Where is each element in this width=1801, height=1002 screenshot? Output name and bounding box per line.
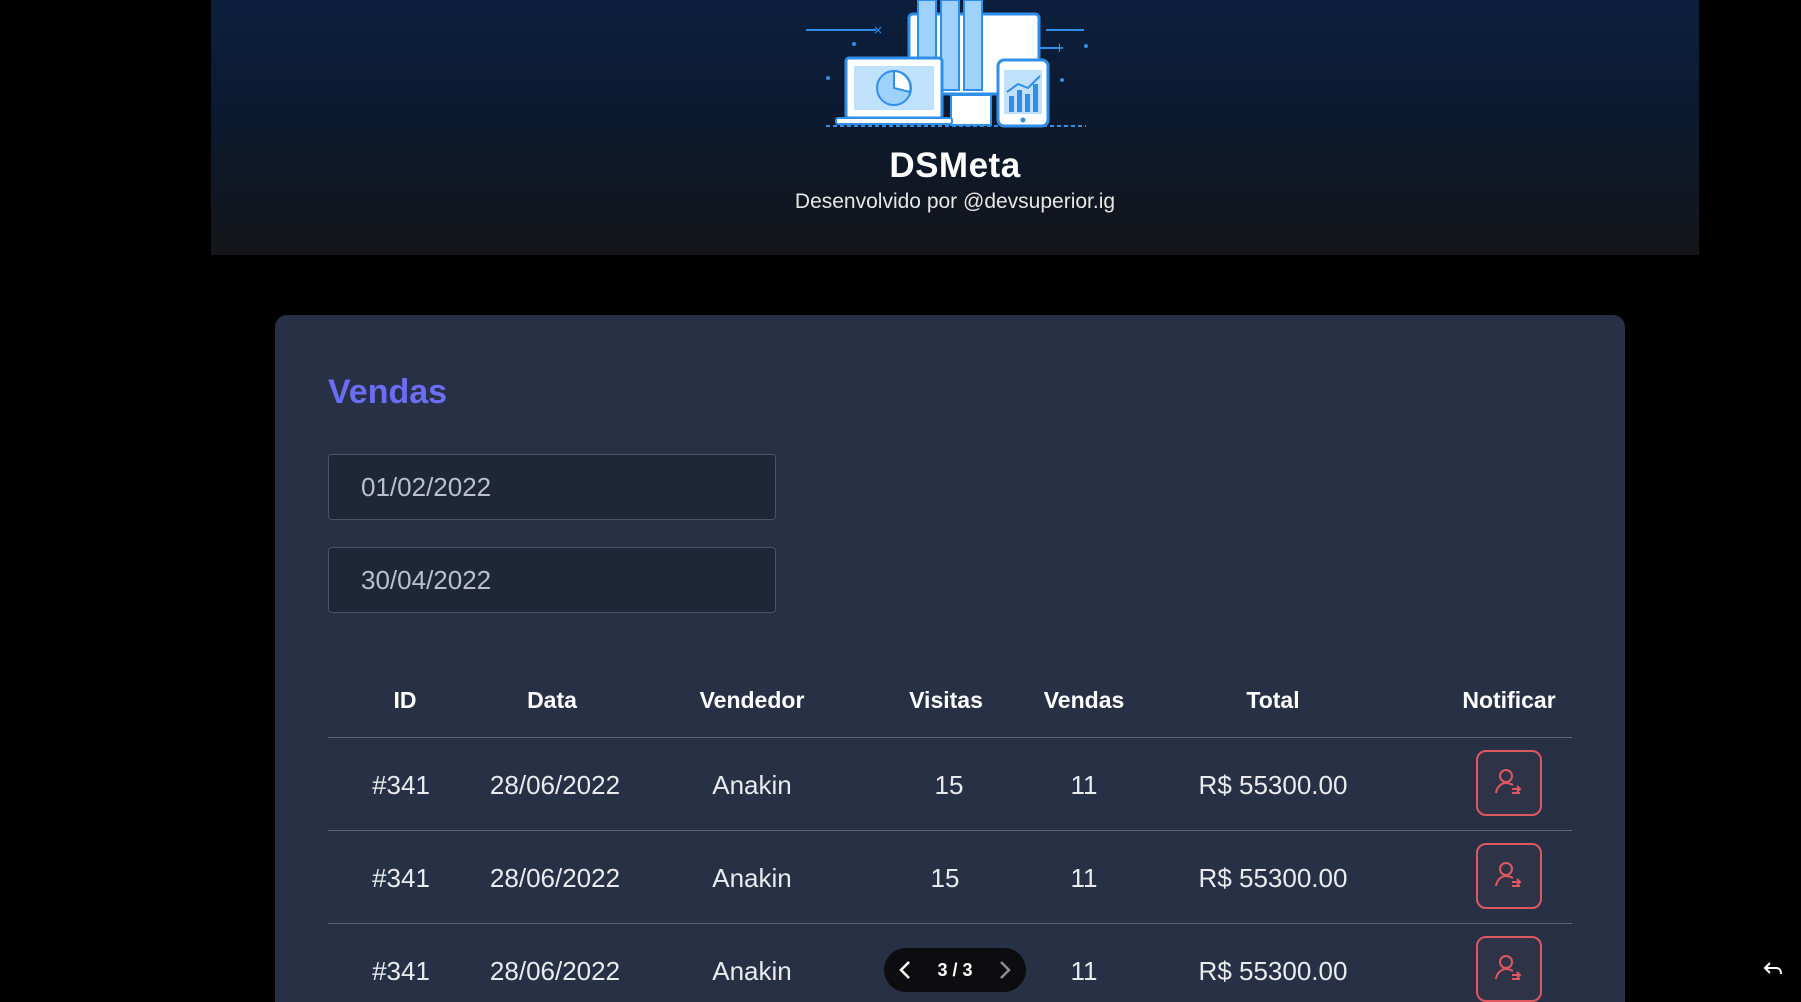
cell-id: #341	[372, 863, 430, 893]
cell-total: R$ 55300.00	[1198, 770, 1348, 800]
cell-id: #341	[372, 770, 430, 800]
cell-sales: 11	[1070, 956, 1098, 986]
sales-card-title: Vendas	[328, 373, 448, 411]
viewport: × + DSMeta Desenvolvido por @devsuperior…	[0, 0, 1801, 1002]
next-page-button[interactable]	[998, 960, 1012, 980]
cell-sales: 11	[1070, 770, 1098, 800]
cell-date: 28/06/2022	[489, 863, 621, 893]
back-arrow-icon[interactable]	[1762, 958, 1784, 980]
app-subtitle: Desenvolvido por @devsuperior.ig	[794, 190, 1116, 213]
table-row: #341 28/06/2022 Anakin 15 11 R$ 55300.00	[328, 738, 1572, 831]
cell-total: R$ 55300.00	[1198, 956, 1348, 986]
dashboard-devices-logo-icon: × +	[806, 0, 1088, 128]
cell-seller: Anakin	[712, 863, 792, 893]
sales-card: Vendas ID Data Vendedor Visitas Vendas T…	[275, 315, 1625, 1002]
column-header-date: Data	[527, 687, 577, 713]
cell-date: 28/06/2022	[489, 770, 621, 800]
svg-text:+: +	[1054, 41, 1065, 56]
header: × + DSMeta Desenvolvido por @devsuperior…	[211, 0, 1699, 255]
cell-id: #341	[372, 956, 430, 986]
svg-text:×: ×	[873, 23, 883, 37]
cell-sales: 11	[1070, 863, 1098, 893]
cell-date: 28/06/2022	[489, 956, 621, 986]
column-header-id: ID	[393, 687, 417, 713]
column-header-notify: Notificar	[1462, 687, 1556, 713]
cell-total: R$ 55300.00	[1198, 863, 1348, 893]
column-header-visits: Visitas	[909, 687, 983, 713]
table-row: #341 28/06/2022 Anakin 15 11 R$ 55300.00	[328, 831, 1572, 924]
chevron-left-icon	[899, 961, 910, 979]
column-header-total: Total	[1246, 687, 1300, 713]
notification-user-icon	[1495, 955, 1522, 980]
table-header: ID Data Vendedor Visitas Vendas Total No…	[328, 665, 1572, 738]
cell-visits: 15	[934, 770, 964, 800]
cell-seller: Anakin	[712, 956, 792, 986]
notification-user-icon	[1495, 862, 1522, 887]
notify-button[interactable]	[1476, 750, 1542, 816]
chevron-right-icon	[1000, 961, 1011, 979]
page-pager: 3 / 3	[884, 948, 1026, 992]
cell-visits: 15	[930, 863, 960, 893]
column-header-seller: Vendedor	[699, 687, 805, 713]
notify-button[interactable]	[1476, 936, 1542, 1002]
notify-button[interactable]	[1476, 843, 1542, 909]
app-title: DSMeta	[889, 146, 1021, 185]
cell-seller: Anakin	[712, 770, 792, 800]
min-date-input[interactable]	[328, 454, 776, 520]
page-count: 3 / 3	[937, 959, 973, 980]
previous-page-button[interactable]	[898, 960, 912, 980]
column-header-sales: Vendas	[1043, 687, 1125, 713]
max-date-input[interactable]	[328, 547, 776, 613]
notification-user-icon	[1495, 769, 1522, 794]
